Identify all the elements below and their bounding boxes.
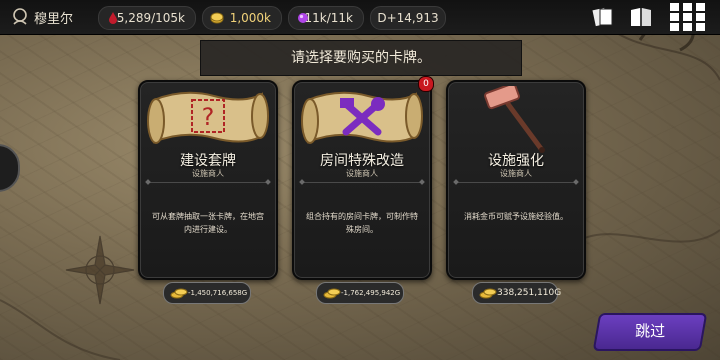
skip-button-label: 跳过 (635, 322, 666, 340)
card-facility-upgrade[interactable]: 设施强化 设施商人 消耗金币可赋予设施经验值。 (446, 80, 586, 280)
price-amount: -1,450,716,658G (188, 289, 248, 297)
select-card-banner: 请选择要购买的卡牌。 (200, 40, 522, 76)
card-title: 房间特殊改造 (320, 153, 404, 169)
day-counter: D+14,913 (370, 6, 446, 30)
skip-button[interactable]: 跳过 (592, 313, 708, 351)
card-title: 设施强化 (488, 153, 544, 169)
gold-coins-icon (170, 288, 188, 299)
card-description: 消耗金币可赋予设施经验值。 (464, 212, 568, 221)
card-build-deck[interactable]: ? 建设套牌 设施商人 可从套牌抽取一张卡牌，在地宫内进行建设。 (138, 80, 278, 280)
mana-value: 11k/11k (304, 11, 353, 25)
card-title: 建设套牌 (180, 153, 236, 169)
price-amount: 338,251,110G (497, 288, 562, 298)
day-value: D+14,913 (377, 11, 439, 25)
gold-coin-icon (210, 12, 224, 24)
price-amount: -1,762,495,942G (341, 289, 401, 297)
scroll-tools-icon (301, 91, 423, 144)
gold-coins-icon (323, 288, 341, 299)
card-divider (148, 182, 268, 183)
card-room-modification[interactable]: 0 房间特殊改造 设施商人 组合持有的房间卡牌，可制作特殊房间。 (292, 76, 434, 280)
notification-badge: 0 (418, 76, 434, 92)
card-description: 组合持有的房间卡牌，可制作特殊房间。 (306, 212, 418, 234)
mana-counter: 11k/11k (288, 6, 364, 30)
card-build-deck-price: -1,450,716,658G (163, 282, 251, 304)
svg-text:?: ? (202, 103, 215, 131)
cards-icon[interactable] (590, 4, 616, 30)
player-head-icon (13, 8, 27, 25)
card-divider (456, 182, 576, 183)
player-name: 穆里尔 (34, 12, 74, 27)
gold-counter: 1,000k (202, 6, 282, 30)
card-divider (302, 182, 422, 183)
grid-menu-icon[interactable] (668, 2, 708, 32)
health-counter: 5,289/105k (98, 6, 196, 30)
card-subtitle: 设施商人 (192, 169, 224, 178)
top-status-bar: 穆里尔 5,289/105k 1,000k 11k/11k D+14,913 (0, 0, 720, 35)
scroll-question-icon: ? (147, 91, 269, 144)
gold-value: 1,000k (229, 11, 271, 25)
hammer-icon (484, 86, 545, 153)
gold-coins-icon (479, 288, 497, 299)
book-icon[interactable] (628, 4, 654, 30)
health-value: 5,289/105k (116, 11, 185, 25)
card-facility-upgrade-price: 338,251,110G (472, 282, 562, 304)
card-subtitle: 设施商人 (346, 169, 378, 178)
card-subtitle: 设施商人 (500, 169, 532, 178)
card-description: 可从套牌抽取一张卡牌，在地宫内进行建设。 (152, 212, 264, 234)
card-room-modification-price: -1,762,495,942G (316, 282, 404, 304)
